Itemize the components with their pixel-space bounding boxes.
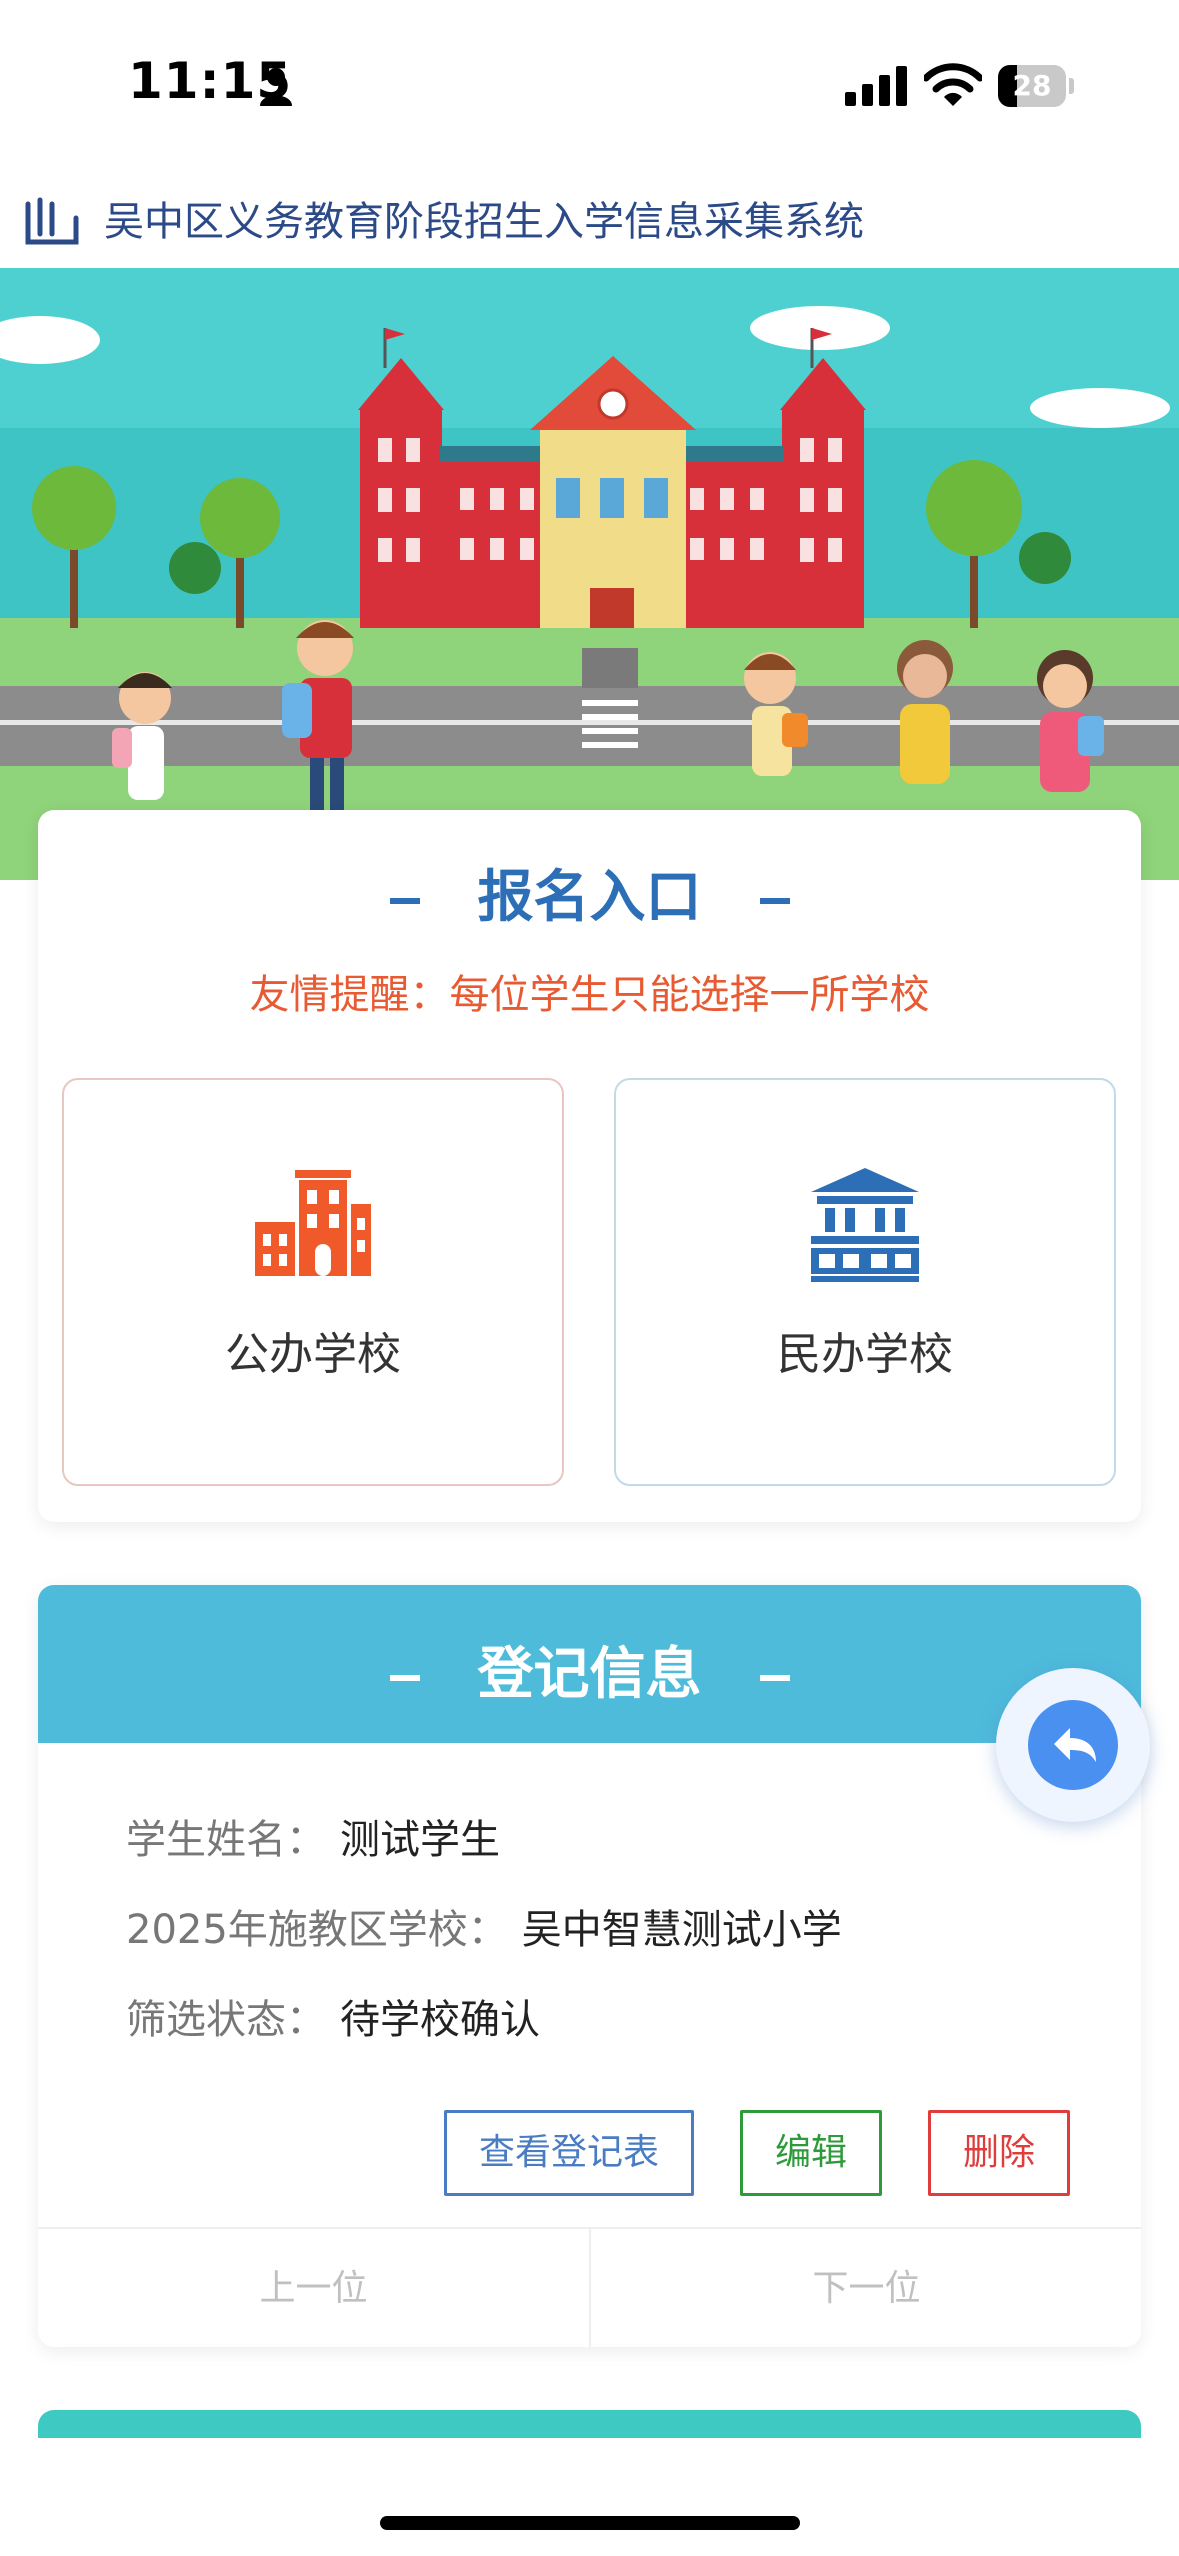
student-pager: 上一位 下一位 xyxy=(38,2227,1141,2347)
screening-status-row: 筛选状态： 待学校确认 xyxy=(126,1987,540,2045)
student-name-value: 测试学生 xyxy=(340,1817,500,1863)
public-school-label: 公办学校 xyxy=(225,1329,401,1380)
private-school-option[interactable]: 民办学校 xyxy=(614,1078,1116,1486)
registration-info-card: 登记信息 学生姓名： 测试学生 2025年施教区学校： 吴中智慧测试小学 筛选状态：… xyxy=(38,1585,1141,2347)
institution-building-icon xyxy=(811,1168,919,1282)
heading-dash-left xyxy=(389,897,420,904)
previous-student-button[interactable]: 上一位 xyxy=(38,2229,591,2347)
book-icon xyxy=(25,197,79,245)
back-button-circle xyxy=(1028,1700,1118,1790)
cellular-signal-icon xyxy=(845,66,907,106)
wifi-icon xyxy=(924,63,982,106)
info-title: 登记信息 xyxy=(477,1642,702,1707)
assigned-school-row: 2025年施教区学校： 吴中智慧测试小学 xyxy=(126,1897,842,1955)
entry-title: 报名入口 xyxy=(477,865,702,930)
edit-button[interactable]: 编辑 xyxy=(740,2110,882,2196)
info-card-header: 登记信息 xyxy=(38,1585,1141,1743)
next-card-header xyxy=(38,2410,1141,2438)
public-school-building-icon xyxy=(255,1170,371,1276)
status-bar: 11:15 28 xyxy=(0,0,1179,170)
assigned-school-value: 吴中智慧测试小学 xyxy=(521,1907,842,1953)
field-label: 2025年施教区学校： xyxy=(126,1907,508,1953)
field-label: 筛选状态： xyxy=(126,1997,326,2043)
battery-icon: 28 xyxy=(998,65,1074,107)
delete-button[interactable]: 删除 xyxy=(928,2110,1070,2196)
person-icon xyxy=(260,68,292,106)
public-school-option[interactable]: 公办学校 xyxy=(62,1078,564,1486)
entry-card-heading: 报名入口 xyxy=(38,852,1141,933)
heading-dash-right xyxy=(759,1674,790,1681)
private-school-label: 民办学校 xyxy=(777,1329,953,1380)
undo-arrow-icon xyxy=(1054,1728,1096,1762)
view-registration-form-button[interactable]: 查看登记表 xyxy=(444,2110,694,2196)
floating-back-button[interactable] xyxy=(996,1668,1150,1822)
battery-level-text: 28 xyxy=(1012,69,1052,102)
heading-dash-left xyxy=(389,1674,420,1681)
next-student-button[interactable]: 下一位 xyxy=(591,2229,1141,2347)
field-label: 学生姓名： xyxy=(126,1817,326,1863)
app-title: 吴中区义务教育阶段招生入学信息采集系统 xyxy=(104,199,864,245)
heading-dash-right xyxy=(759,897,790,904)
home-indicator xyxy=(380,2516,800,2530)
registration-entry-card: 报名入口 友情提醒：每位学生只能选择一所学校 公办学校 民办学校 xyxy=(38,810,1141,1522)
info-card-heading: 登记信息 xyxy=(38,1629,1141,1710)
screening-status-value: 待学校确认 xyxy=(340,1997,540,2043)
reminder-text: 友情提醒：每位学生只能选择一所学校 xyxy=(249,972,930,1018)
student-name-row: 学生姓名： 测试学生 xyxy=(126,1807,500,1865)
banner-illustration xyxy=(0,268,1179,880)
